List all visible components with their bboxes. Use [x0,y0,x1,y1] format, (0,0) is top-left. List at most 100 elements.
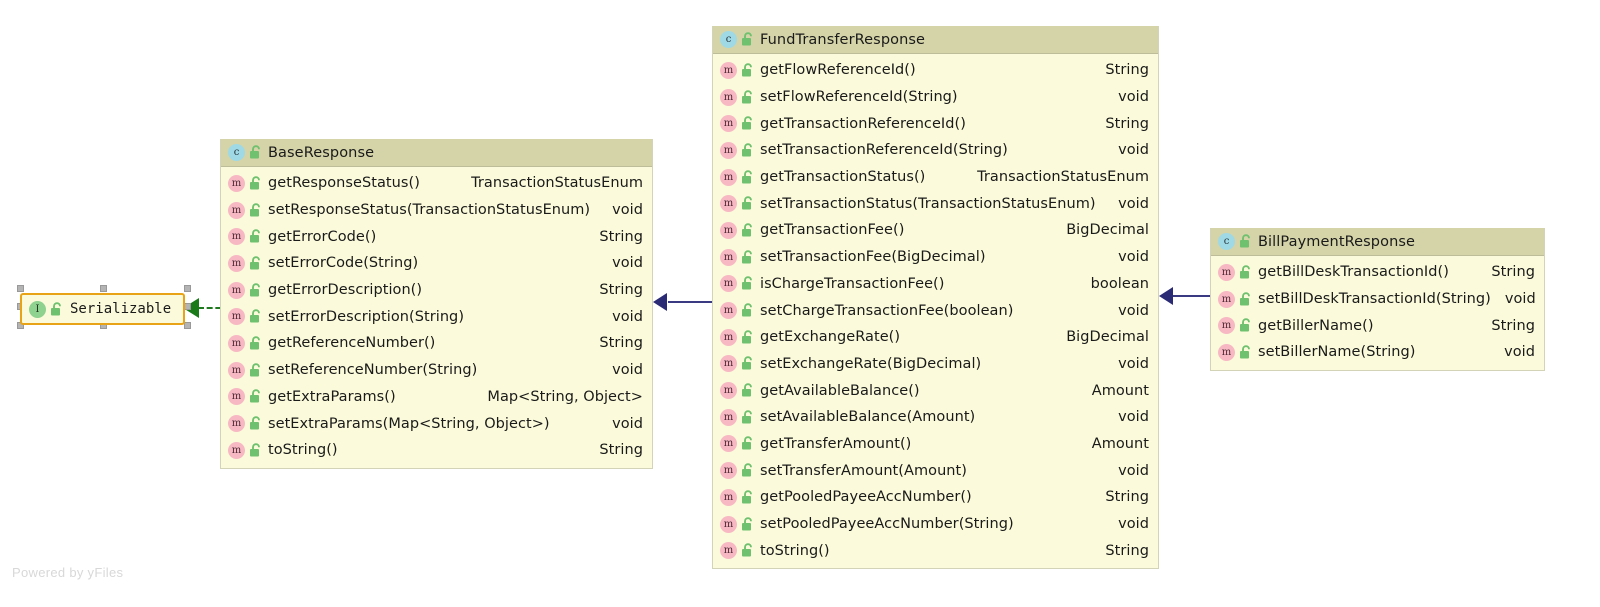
member-return-type: void [1118,516,1149,533]
method-badge-icon: m [720,302,737,320]
member-signature: setExchangeRate(BigDecimal) [760,355,982,372]
unlocked-padlock-icon [250,362,260,377]
uml-member-row[interactable]: m setTransactionFee(BigDecimal) void [713,244,1158,271]
uml-member-row[interactable]: m getTransactionStatus() TransactionStatus… [713,164,1158,191]
unlocked-padlock-icon [742,330,752,344]
method-badge-icon: m [720,542,737,560]
member-return-type: Amount [1091,435,1149,452]
uml-member-row[interactable]: m getResponseStatus() TransactionStatusEnu… [221,170,652,197]
member-return-type: void [1118,249,1149,266]
member-return-type: TransactionStatusEnum [977,169,1149,186]
unlocked-padlock-icon [250,309,260,323]
edge-billpayment-to-fundtransfer-line[interactable] [1173,295,1211,297]
uml-class-fundtransferresponse[interactable]: c FundTransferResponse m getFlowReference… [712,26,1159,570]
uml-member-row[interactable]: m setExchangeRate(BigDecimal) void [713,351,1158,378]
member-signature: getTransactionReferenceId() [760,115,966,132]
class-header-baseresponse[interactable]: c BaseResponse [221,139,652,167]
member-signature: getReferenceNumber() [268,335,436,352]
unlocked-padlock-icon [742,223,752,237]
uml-member-row[interactable]: m setErrorCode(String) void [221,250,652,277]
selection-handle-top-right[interactable] [184,285,191,292]
uml-member-row[interactable]: m setAvailableBalance(Amount) void [713,404,1158,431]
unlocked-padlock-icon [742,410,752,424]
member-signature: setPooledPayeeAccNumber(String) [760,516,1014,533]
uml-member-row[interactable]: m toString() String [221,437,652,464]
unlocked-padlock-icon [742,63,752,77]
method-badge-icon: m [720,221,737,239]
method-badge-icon: m [1218,263,1235,281]
uml-member-row[interactable]: m getExtraParams() Map<String, Object> [221,384,652,411]
member-return-type: void [1118,355,1149,372]
uml-member-row[interactable]: m setReferenceNumber(String) void [221,357,652,384]
edge-fundtransfer-to-baseresponse-arrowhead [653,293,667,311]
selection-handle-bottom-right[interactable] [184,322,191,329]
selection-handle-middle-right[interactable] [184,303,191,310]
uml-member-row[interactable]: m setResponseStatus(TransactionStatusEnum… [221,197,652,224]
uml-class-baseresponse[interactable]: c BaseResponse m getResponseStatus() Trans… [220,139,653,469]
member-signature: getBillDeskTransactionId() [1258,264,1449,281]
class-badge-icon: c [228,144,245,161]
class-title-baseresponse: BaseResponse [268,144,375,161]
class-title-fundtransferresponse: FundTransferResponse [760,31,926,48]
member-return-type: BigDecimal [1066,329,1149,346]
method-badge-icon: m [720,195,737,213]
unlocked-padlock-icon [742,463,752,477]
unlocked-padlock-icon [742,32,752,46]
uml-member-row[interactable]: m getAvailableBalance() Amount [713,377,1158,404]
uml-member-row[interactable]: m getExchangeRate() BigDecimal [713,324,1158,351]
uml-member-row[interactable]: m setPooledPayeeAccNumber(String) void [713,511,1158,538]
selection-handle-top-center[interactable] [100,285,107,292]
unlocked-padlock-icon [742,516,752,531]
uml-member-row[interactable]: m getErrorDescription() String [221,277,652,304]
member-return-type: String [599,335,643,352]
uml-member-row[interactable]: m setExtraParams(Map<String, Object>) void [221,410,652,437]
class-header-fundtransferresponse[interactable]: c FundTransferResponse [713,26,1158,54]
uml-member-row[interactable]: m setTransferAmount(Amount) void [713,457,1158,484]
member-return-type: String [1105,115,1149,132]
uml-member-row[interactable]: m getReferenceNumber() String [221,330,652,357]
method-badge-icon: m [720,88,737,106]
uml-member-row[interactable]: m setTransactionReferenceId(String) void [713,137,1158,164]
uml-interface-serializable[interactable]: I Serializable [20,293,185,325]
member-signature: getAvailableBalance() [760,382,920,399]
member-signature: getExtraParams() [268,388,396,405]
uml-member-row[interactable]: m setTransactionStatus(TransactionStatusE… [713,190,1158,217]
uml-member-row[interactable]: m setChargeTransactionFee(boolean) void [713,297,1158,324]
uml-class-billpaymentresponse[interactable]: c BillPaymentResponse m getBillDeskTransa… [1210,228,1545,371]
method-badge-icon: m [1218,317,1235,335]
method-badge-icon: m [228,254,245,272]
unlocked-padlock-icon [742,143,752,157]
member-return-type: void [1118,142,1149,159]
member-return-type: void [1118,195,1149,212]
uml-member-row[interactable]: m setBillerName(String) void [1211,339,1544,366]
selection-handle-top-left[interactable] [17,285,24,292]
uml-member-row[interactable]: m setBillDeskTransactionId(String) void [1211,286,1544,313]
member-signature: getTransferAmount() [760,435,912,452]
uml-member-row[interactable]: m getFlowReferenceId() String [713,57,1158,84]
uml-member-row[interactable]: m toString() String [713,537,1158,564]
method-badge-icon: m [228,334,245,352]
uml-member-row[interactable]: m getErrorCode() String [221,223,652,250]
uml-member-row[interactable]: m getTransactionReferenceId() String [713,110,1158,137]
uml-member-row[interactable]: m getTransferAmount() Amount [713,431,1158,458]
uml-member-row[interactable]: m isChargeTransactionFee() boolean [713,271,1158,298]
uml-member-row[interactable]: m getTransactionFee() BigDecimal [713,217,1158,244]
method-badge-icon: m [1218,290,1235,308]
method-badge-icon: m [228,415,245,433]
uml-member-row[interactable]: m getPooledPayeeAccNumber() String [713,484,1158,511]
uml-member-row[interactable]: m setErrorDescription(String) void [221,303,652,330]
class-header-billpaymentresponse[interactable]: c BillPaymentResponse [1211,228,1544,256]
class-title-billpaymentresponse: BillPaymentResponse [1258,233,1416,250]
member-return-type: void [1118,302,1149,319]
member-signature: toString() [268,442,338,459]
unlocked-padlock-icon [250,282,260,297]
edge-fundtransfer-to-baseresponse-line[interactable] [668,301,712,303]
method-badge-icon: m [720,141,737,159]
uml-member-row[interactable]: m setFlowReferenceId(String) void [713,84,1158,111]
member-return-type: void [1504,291,1536,308]
method-badge-icon: m [228,308,245,326]
uml-member-row[interactable]: m getBillerName() String [1211,312,1544,339]
member-return-type: void [1118,89,1149,106]
uml-member-row[interactable]: m getBillDeskTransactionId() String [1211,259,1544,286]
unlocked-padlock-icon [742,276,752,290]
